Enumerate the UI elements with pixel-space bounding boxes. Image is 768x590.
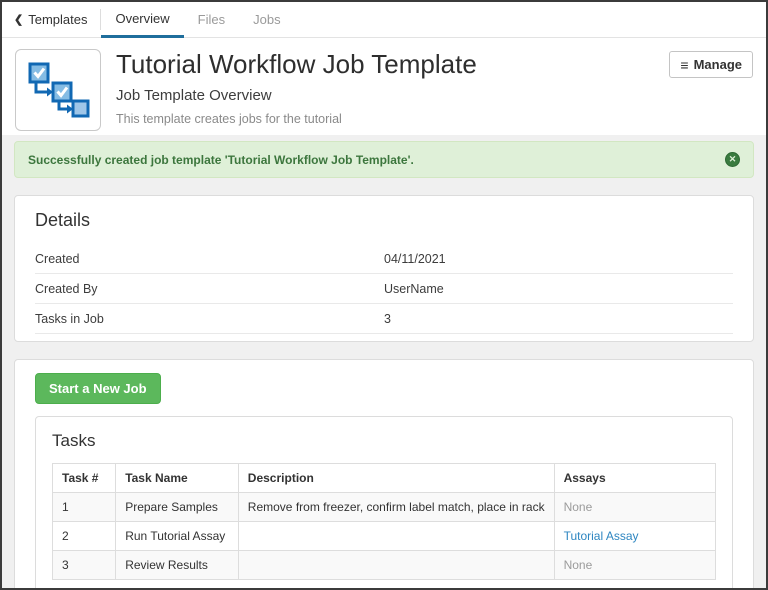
page-title: Tutorial Workflow Job Template (116, 50, 669, 80)
details-title: Details (35, 210, 733, 231)
column-header-task-num: Task # (53, 464, 116, 493)
details-panel: Details Created 04/11/2021 Created By Us… (14, 195, 754, 342)
tab-label: Jobs (253, 12, 280, 27)
job-panel: Start a New Job Tasks Task # Task Name D… (14, 359, 754, 588)
detail-value: UserName (384, 282, 733, 296)
table-row: 3 Review Results None (53, 551, 716, 580)
page-content: Successfully created job template 'Tutor… (2, 135, 766, 588)
title-block: Tutorial Workflow Job Template Job Templ… (116, 49, 669, 135)
back-to-templates-link[interactable]: ❮ Templates (12, 2, 100, 37)
detail-value: 3 (384, 312, 733, 326)
column-header-task-name: Task Name (116, 464, 239, 493)
task-assay-cell: None (554, 493, 715, 522)
task-name-cell: Prepare Samples (116, 493, 239, 522)
manage-button-label: Manage (694, 57, 742, 72)
task-name-cell: Run Tutorial Assay (116, 522, 239, 551)
task-description-cell: Remove from freezer, confirm label match… (238, 493, 554, 522)
task-num-cell: 3 (53, 551, 116, 580)
task-assay-cell: None (554, 551, 715, 580)
column-header-assays: Assays (554, 464, 715, 493)
workflow-template-icon (15, 49, 101, 131)
app-window: ❮ Templates Overview Files Jobs (0, 0, 768, 590)
tab-label: Overview (115, 11, 169, 26)
chevron-left-icon: ❮ (14, 13, 23, 26)
tab-bar: ❮ Templates Overview Files Jobs (2, 2, 766, 38)
tasks-table-header-row: Task # Task Name Description Assays (53, 464, 716, 493)
manage-button[interactable]: ≡ Manage (669, 51, 753, 78)
page-header: Tutorial Workflow Job Template Job Templ… (2, 38, 766, 135)
detail-row-tasks-in-job: Tasks in Job 3 (35, 304, 733, 334)
detail-row-created: Created 04/11/2021 (35, 244, 733, 274)
table-row: 1 Prepare Samples Remove from freezer, c… (53, 493, 716, 522)
tab-files[interactable]: Files (184, 2, 239, 37)
task-num-cell: 1 (53, 493, 116, 522)
task-description-cell (238, 522, 554, 551)
tab-overview[interactable]: Overview (101, 2, 183, 38)
detail-value: 04/11/2021 (384, 252, 733, 266)
tutorial-assay-link[interactable]: Tutorial Assay (554, 522, 715, 551)
tasks-title: Tasks (52, 431, 716, 451)
template-description: This template creates jobs for the tutor… (116, 112, 669, 126)
detail-label: Created By (35, 282, 384, 296)
detail-label: Created (35, 252, 384, 266)
tasks-table: Task # Task Name Description Assays 1 Pr… (52, 463, 716, 580)
tasks-panel: Tasks Task # Task Name Description Assay… (35, 416, 733, 588)
task-description-cell (238, 551, 554, 580)
workflow-icon (26, 60, 90, 120)
menu-icon: ≡ (680, 58, 688, 72)
page-subtitle: Job Template Overview (116, 87, 669, 104)
tab-label: Files (198, 12, 225, 27)
close-icon[interactable]: ✕ (725, 152, 740, 167)
task-num-cell: 2 (53, 522, 116, 551)
start-new-job-button[interactable]: Start a New Job (35, 373, 161, 404)
tab-jobs[interactable]: Jobs (239, 2, 294, 37)
detail-row-created-by: Created By UserName (35, 274, 733, 304)
success-alert-message: Successfully created job template 'Tutor… (28, 153, 414, 167)
detail-label: Tasks in Job (35, 312, 384, 326)
column-header-description: Description (238, 464, 554, 493)
back-link-label: Templates (28, 12, 87, 27)
task-name-cell: Review Results (116, 551, 239, 580)
table-row: 2 Run Tutorial Assay Tutorial Assay (53, 522, 716, 551)
success-alert: Successfully created job template 'Tutor… (14, 141, 754, 178)
